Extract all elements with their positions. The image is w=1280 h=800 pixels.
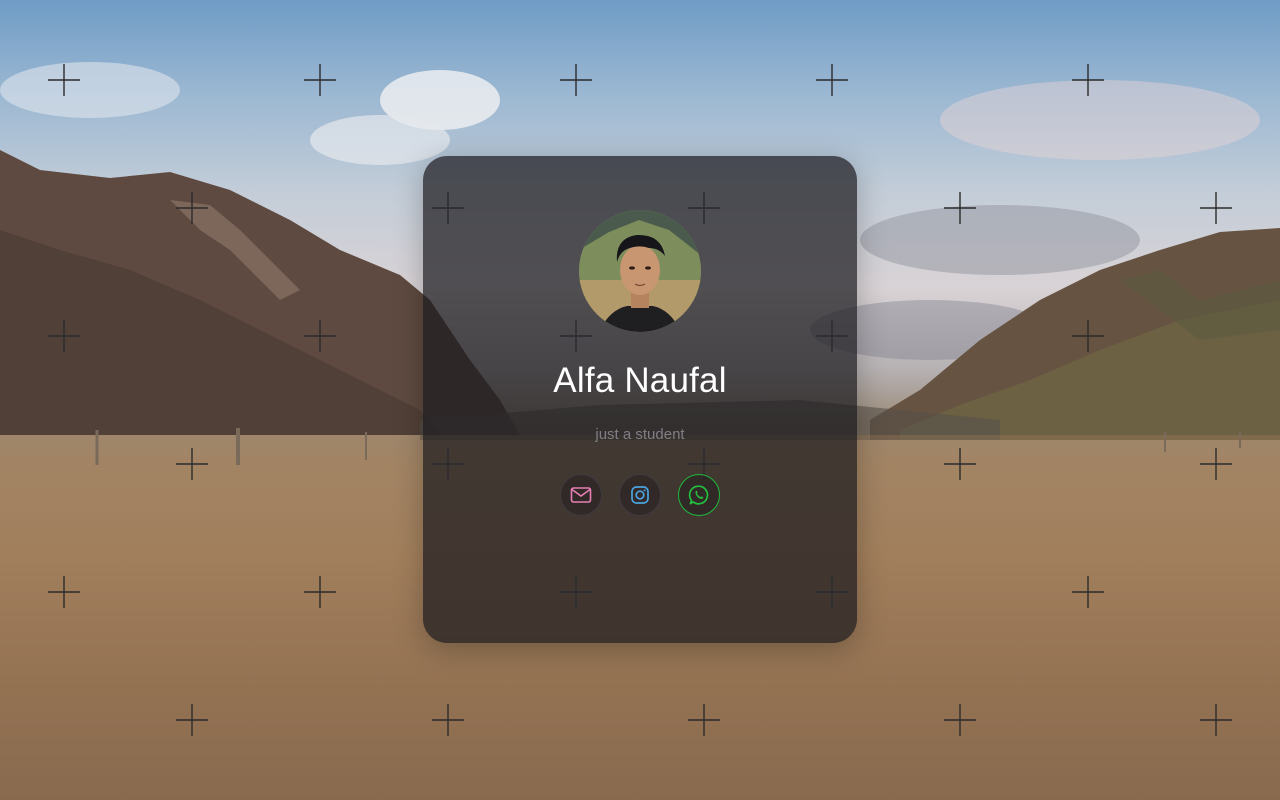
card-cross-mark	[688, 192, 720, 224]
avatar	[579, 210, 701, 332]
instagram-icon	[631, 486, 649, 504]
background-scene: Alfa Naufal just a student	[0, 0, 1280, 800]
instagram-button[interactable]	[619, 474, 661, 516]
profile-name: Alfa Naufal	[553, 361, 727, 400]
card-cross-mark	[816, 576, 848, 608]
card-cross-mark	[560, 320, 592, 352]
whatsapp-button[interactable]	[678, 474, 720, 516]
card-cross-mark	[560, 576, 592, 608]
whatsapp-icon	[688, 485, 709, 505]
card-cross-mark	[816, 320, 848, 352]
card-cross-mark	[432, 192, 464, 224]
profile-tagline: just a student	[595, 426, 685, 443]
mail-icon	[570, 487, 592, 503]
mail-button[interactable]	[560, 474, 602, 516]
profile-card: Alfa Naufal just a student	[423, 156, 857, 643]
social-links	[423, 474, 857, 516]
